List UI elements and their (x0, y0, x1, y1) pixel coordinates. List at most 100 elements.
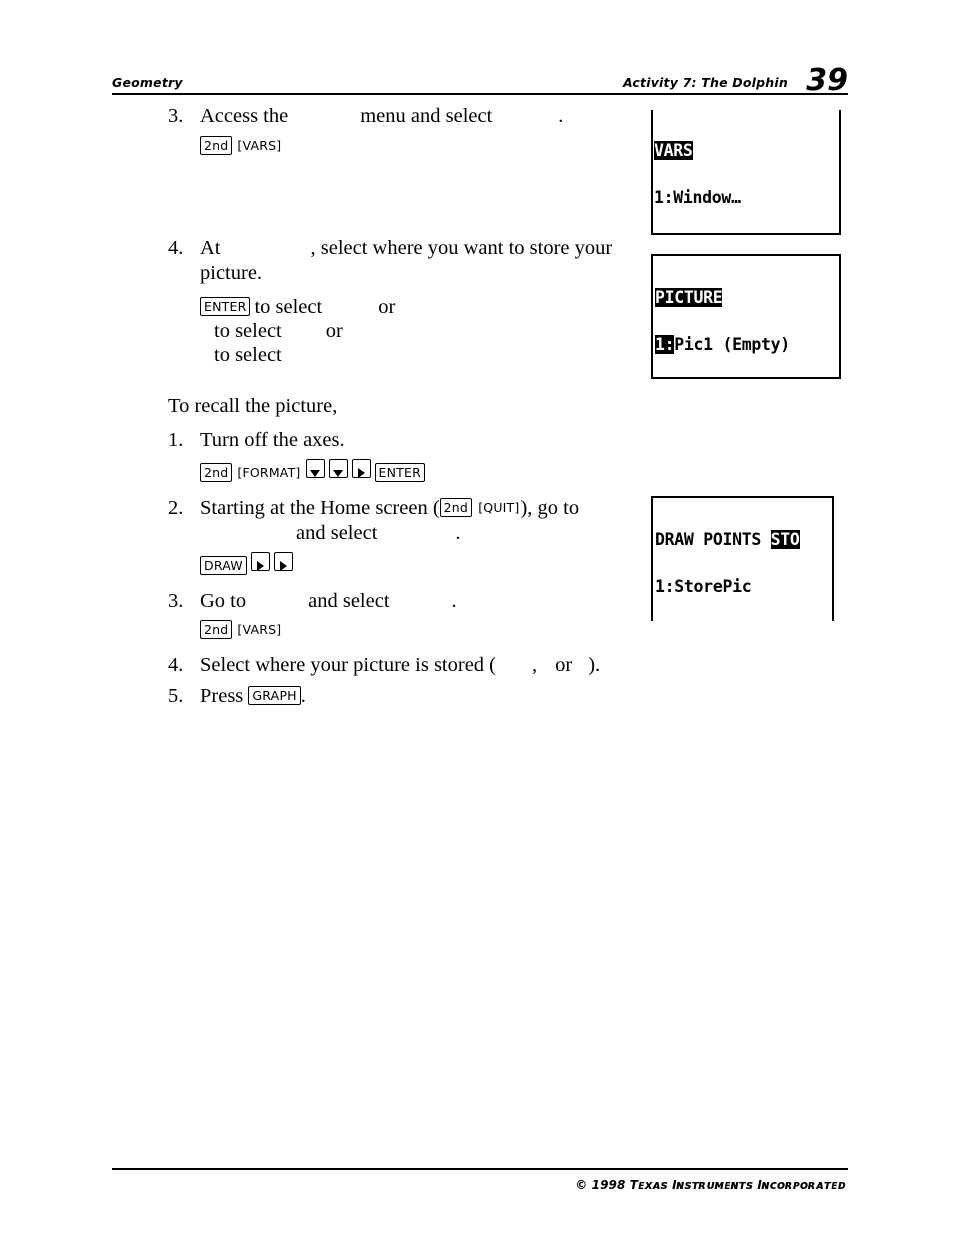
tab-draw[interactable]: DRAW (655, 530, 694, 549)
step-3-text-b: menu and select (360, 105, 493, 127)
key-draw[interactable]: DRAW (200, 556, 247, 575)
recall-step-1-keysequence: 2nd [FORMAT] ENTER (200, 459, 628, 486)
recall-step-3-body: Go to and select. (200, 589, 628, 614)
key-right-arrow[interactable] (351, 459, 371, 479)
vars-item-2-label: 2:Y Vars… (654, 234, 741, 235)
calc-screen-vars-content: VARS 1:Window… 2:Y Vars… 3:Statistics… 4… (653, 110, 839, 235)
key-2nd[interactable]: 2nd (200, 463, 233, 482)
recall-step-2-text-b: ), go to (520, 497, 580, 519)
key-format[interactable]: [FORMAT] (236, 464, 301, 481)
recall-step-4-text-b: , (532, 654, 538, 676)
header-subject: Geometry (112, 75, 183, 90)
recall-step-2-line-1: Starting at the Home screen (2nd [QUIT])… (200, 497, 579, 519)
recall-step-3-text-a: Go to (200, 590, 247, 612)
key-vars[interactable]: [VARS] (236, 137, 282, 154)
calc-screen-vars: VARS 1:Window… 2:Y Vars… 3:Statistics… 4… (651, 110, 841, 235)
tab-points[interactable]: POINTS (703, 530, 761, 549)
picture-title-row: PICTURE (655, 288, 839, 307)
draw-tab-row: DRAW POINTS STO (655, 530, 832, 549)
recall-step-2-text-d: . (455, 522, 461, 544)
footer-divider (112, 1168, 848, 1170)
calc-screen-picture: PICTURE 1:Pic1 (Empty) 2:Pic2 (Empty) 3:… (651, 254, 841, 379)
tab-sto[interactable]: STO (770, 530, 800, 549)
recall-step-4-text-a: Select where your picture is stored ( (200, 654, 497, 676)
step-4-substeps: ENTER to select or to select or to select (200, 296, 628, 368)
key-down-arrow[interactable] (328, 459, 348, 478)
key-2nd[interactable]: 2nd (200, 620, 233, 639)
draw-item-1[interactable]: 1:StorePic (655, 576, 832, 596)
key-vars[interactable]: [VARS] (236, 621, 282, 638)
step-4-text-c: picture. (200, 262, 263, 284)
key-enter[interactable]: ENTER (374, 463, 425, 482)
picture-item-1-status: (Empty) (722, 334, 790, 354)
step-4-subline-2-text-a: to select (214, 320, 282, 342)
recall-step-2-body: Starting at the Home screen (2nd [QUIT])… (200, 496, 628, 546)
footer-copyright: © 1998 Tᴇxᴀs Iɴsᴛʀᴜᴍᴇɴᴛs Iɴᴄoʀᴘoʀᴀᴛᴇᴅ (575, 1178, 846, 1192)
draw-item-1-name: StorePic (674, 576, 752, 596)
recall-step-4-body: Select where your picture is stored (, or… (200, 653, 628, 678)
calc-screen-picture-content: PICTURE 1:Pic1 (Empty) 2:Pic2 (Empty) 3:… (653, 256, 839, 377)
step-4-text-a: At (200, 237, 221, 259)
recall-step-2-keysequence: DRAW (200, 552, 628, 579)
step-4-subline-2: to select or (214, 320, 628, 344)
arrow-right-icon (357, 468, 365, 479)
step-3-number: 3. (168, 105, 184, 127)
step-4: 4. At , select where you want to store yo… (168, 236, 628, 286)
recall-step-3-text-b: and select (308, 590, 390, 612)
recall-step-3-number: 3. (168, 590, 184, 612)
recall-step-4-text-d: ). (588, 654, 601, 676)
step-3-keysequence: 2nd [VARS] (200, 136, 628, 159)
vars-title: VARS (654, 141, 693, 160)
recall-step-2: 2. Starting at the Home screen (2nd [QUI… (168, 496, 628, 546)
key-2nd[interactable]: 2nd (200, 136, 233, 155)
recall-intro: To recall the picture, (168, 395, 338, 417)
arrow-right-icon (256, 561, 264, 572)
recall-step-1: 1. Turn off the axes. (168, 428, 628, 453)
picture-item-1[interactable]: 1:Pic1 (Empty) (655, 334, 839, 354)
key-enter[interactable]: ENTER (200, 297, 251, 316)
recall-step-1-number: 1. (168, 429, 184, 451)
recall-step-2-text-a: Starting at the Home screen ( (200, 497, 440, 519)
recall-step-5-body: Press GRAPH. (200, 684, 628, 709)
recall-step-1-body: Turn off the axes. (200, 428, 628, 453)
recall-step-5: 5. Press GRAPH. (168, 684, 628, 709)
vars-item-1-label: 1:Window… (654, 187, 741, 207)
calc-screen-draw-content: DRAW POINTS STO 1:StorePic 2:RecallPic (653, 498, 832, 621)
vars-title-row: VARS (654, 141, 839, 160)
key-right-arrow[interactable] (250, 552, 270, 572)
draw-item-1-marker: 1: (655, 576, 675, 596)
instructions-column: 3. Access the menu and select. 2nd [VARS]… (168, 104, 628, 709)
vars-item-1[interactable]: 1:Window… (654, 187, 839, 207)
key-right-arrow[interactable] (273, 552, 293, 572)
step-4-number: 4. (168, 237, 184, 259)
recall-step-3-keysequence: 2nd [VARS] (200, 620, 628, 643)
step-4-text-b: , select where you want to store your (310, 237, 613, 259)
key-graph[interactable]: GRAPH (248, 686, 301, 705)
recall-step-4-number: 4. (168, 654, 184, 676)
step-3: 3. Access the menu and select. (168, 104, 628, 129)
key-2nd[interactable]: 2nd (439, 498, 473, 517)
step-4-subline-3: to select (214, 344, 628, 368)
step-3-text-c: . (558, 105, 564, 127)
picture-title: PICTURE (655, 288, 723, 307)
arrow-down-icon (333, 469, 343, 477)
step-4-subline-1-text-a: to select (254, 296, 323, 318)
recall-step-5-text-b: . (300, 685, 306, 707)
picture-item-1-marker: 1: (655, 334, 675, 354)
recall-step-2-text-c: and select (296, 522, 378, 544)
step-3-body: Access the menu and select. (200, 104, 628, 129)
step-3-text-a: Access the (200, 105, 289, 127)
recall-step-4: 4. Select where your picture is stored (… (168, 653, 628, 678)
calc-screen-draw: DRAW POINTS STO 1:StorePic 2:RecallPic (651, 496, 834, 621)
recall-step-5-number: 5. (168, 685, 184, 707)
header-activity-title: Activity 7: The Dolphin (622, 75, 788, 90)
recall-step-4-text-c: or (555, 654, 573, 676)
recall-step-2-number: 2. (168, 497, 184, 519)
picture-item-1-name: Pic1 (674, 334, 713, 354)
header-divider (112, 93, 848, 95)
key-down-arrow[interactable] (305, 459, 325, 478)
recall-step-5-text-a: Press (200, 685, 244, 707)
arrow-down-icon (310, 469, 320, 477)
key-quit[interactable]: [QUIT] (477, 499, 520, 516)
recall-step-1-text: Turn off the axes. (200, 429, 345, 451)
